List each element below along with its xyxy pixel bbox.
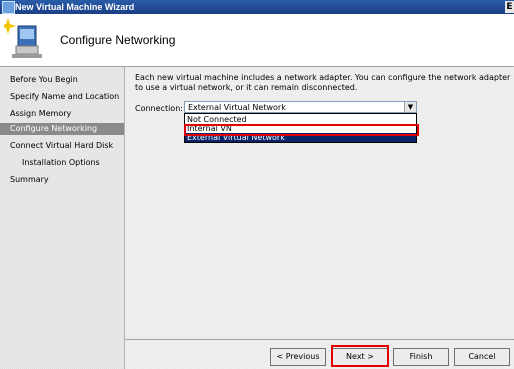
- description-text: Each new virtual machine includes a netw…: [135, 73, 511, 92]
- previous-button[interactable]: < Previous: [270, 348, 326, 366]
- computer-network-wizard-icon: [4, 18, 42, 58]
- wizard-header: Configure Networking: [0, 14, 514, 67]
- nav-item-before-you-begin[interactable]: Before You Begin: [0, 74, 124, 86]
- cancel-button[interactable]: Cancel: [454, 348, 510, 366]
- wizard-step-nav: Before You Begin Specify Name and Locati…: [0, 67, 125, 369]
- nav-item-connect-virtual-hard-disk[interactable]: Connect Virtual Hard Disk: [0, 140, 124, 152]
- nav-item-specify-name-location[interactable]: Specify Name and Location: [0, 91, 124, 103]
- page-title: Configure Networking: [60, 33, 176, 47]
- app-icon: [2, 1, 15, 14]
- wizard-content: Each new virtual machine includes a netw…: [125, 67, 514, 369]
- window-title: New Virtual Machine Wizard: [15, 2, 135, 12]
- window-titlebar[interactable]: New Virtual Machine Wizard E: [0, 0, 514, 14]
- nav-item-summary[interactable]: Summary: [0, 174, 124, 186]
- nav-item-assign-memory[interactable]: Assign Memory: [0, 108, 124, 120]
- connection-select-value: External Virtual Network: [188, 103, 286, 112]
- connection-label: Connection:: [135, 104, 183, 113]
- dropdown-option-not-connected[interactable]: Not Connected: [185, 115, 416, 124]
- chevron-down-icon[interactable]: ▼: [404, 102, 416, 112]
- nav-item-configure-networking[interactable]: Configure Networking: [0, 123, 124, 135]
- button-bar-divider: [125, 339, 514, 340]
- annotation-highlight-internal-vn: [184, 124, 419, 136]
- nav-item-installation-options[interactable]: Installation Options: [0, 157, 124, 169]
- annotation-highlight-next: [331, 345, 389, 367]
- finish-button[interactable]: Finish: [393, 348, 449, 366]
- connection-select[interactable]: External Virtual Network ▼: [184, 101, 417, 113]
- titlebar-partial-button[interactable]: E: [505, 1, 514, 13]
